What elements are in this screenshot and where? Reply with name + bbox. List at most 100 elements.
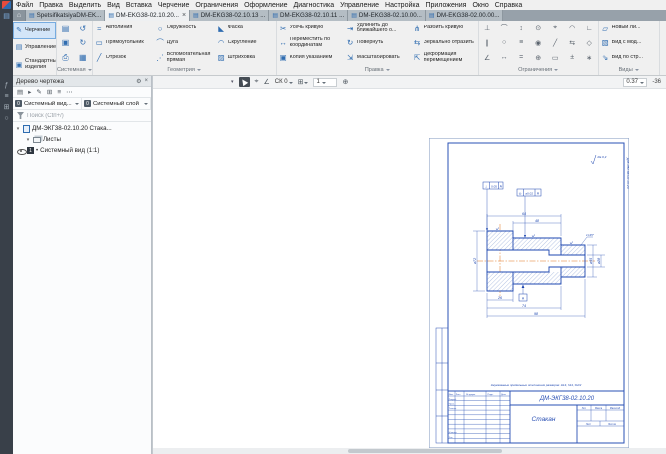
geometry-tool-1[interactable]: ▭Прямоугольник — [93, 36, 154, 51]
view-tool-0[interactable]: ▱Новый ли... — [599, 21, 659, 36]
constraint-icon-18[interactable]: ∟ — [581, 21, 598, 36]
panel-tab-2[interactable]: ▣Стандартные изделия — [13, 57, 56, 74]
group-caption-views[interactable]: Виды — [599, 65, 659, 75]
menu-item-6[interactable]: Ограничения — [192, 2, 241, 9]
group-caption-edit[interactable]: Правка — [277, 65, 478, 75]
menu-item-0[interactable]: Файл — [13, 2, 36, 9]
angle-snap-icon[interactable]: ∠ — [263, 78, 269, 86]
tree-item-2[interactable]: 1•Системный вид (1:1) — [13, 145, 151, 156]
constraint-icon-16[interactable]: ⇆ — [564, 36, 581, 51]
drawing-sheet[interactable]: ДМ-ЭКГ38-02.10.20 — [429, 138, 629, 448]
print-button[interactable]: ⎙ — [57, 50, 74, 65]
constraint-icon-13[interactable]: ╱ — [547, 36, 564, 51]
clipboard-button[interactable]: ▦ — [74, 50, 91, 65]
tab-1[interactable]: ▤DM-EKG38-02.10.20...× — [105, 10, 190, 21]
constraint-icon-0[interactable]: ⊥ — [479, 21, 496, 36]
edit-tool-5[interactable]: ⇲Масштабировать — [344, 50, 411, 65]
edit-tool-6[interactable]: ⋔Разбить кривую — [411, 21, 478, 36]
panel-tab-1[interactable]: ▤Управление — [13, 39, 56, 56]
menu-item-5[interactable]: Черчение — [155, 2, 193, 9]
sheet-icon[interactable]: ▤ — [3, 13, 10, 21]
close-icon[interactable]: × — [182, 12, 186, 19]
snap-icon[interactable]: ⌖ — [255, 78, 259, 86]
edit-tool-7[interactable]: ⇆Зеркально отразить — [411, 36, 478, 51]
constraint-icon-5[interactable]: ↔ — [496, 50, 513, 65]
save-button[interactable]: ▣ — [57, 36, 74, 51]
edit-tool-3[interactable]: ⇥Удлинить до ближайшего о... — [344, 21, 411, 36]
eye-icon[interactable] — [16, 147, 25, 155]
geometry-tool-3[interactable]: ○Окружность — [154, 21, 215, 36]
menu-item-8[interactable]: Диагностика — [291, 2, 338, 9]
edit-tool-8[interactable]: ⇱Деформация перемещением — [411, 50, 478, 65]
current-view-combo[interactable]: 0 Системный вид... — [13, 98, 82, 109]
edit-icon[interactable]: ✎ — [36, 88, 41, 96]
constraint-icon-1[interactable]: ∥ — [479, 36, 496, 51]
view-tool-1[interactable]: ▧Вид с мод... — [599, 36, 659, 51]
pointer-tool-button[interactable] — [239, 77, 250, 87]
constraint-icon-14[interactable]: ▭ — [547, 50, 564, 65]
drawing-canvas[interactable]: ▾ ⌖ ∠ СК 0 ⊞ 1 ⊕ 0.37 -36 — [152, 76, 666, 454]
chevron-down-icon[interactable]: ▾ — [25, 137, 31, 143]
geometry-tool-8[interactable]: ▨Штриховка — [215, 50, 276, 65]
menu-item-4[interactable]: Вставка — [123, 2, 155, 9]
constraint-icon-20[interactable]: ∗ — [581, 50, 598, 65]
history-icon[interactable]: ○ — [4, 115, 8, 123]
constraint-icon-12[interactable]: ⌖ — [547, 21, 564, 36]
menu-item-9[interactable]: Управление — [337, 2, 382, 9]
edit-tool-2[interactable]: ▣Копия указанием — [277, 50, 344, 65]
gear-icon[interactable]: ⚙ — [136, 78, 141, 85]
geometry-tool-4[interactable]: ⌒Дуга — [154, 36, 215, 51]
more-icon[interactable]: ⋯ — [66, 88, 73, 96]
constraint-icon-8[interactable]: = — [513, 50, 530, 65]
tab-3[interactable]: ▤DM-EKG38-02.10.11 ... — [269, 10, 348, 21]
horizontal-scrollbar[interactable] — [153, 448, 666, 454]
undo-button[interactable]: ↺ — [74, 21, 91, 36]
grid-icon[interactable]: ⊞ — [4, 104, 10, 112]
chevron-down-icon[interactable]: ▾ — [231, 79, 234, 85]
constraint-icon-9[interactable]: ⊙ — [530, 21, 547, 36]
panel-tab-0[interactable]: ✎Черчение — [13, 22, 56, 39]
geometry-tool-7[interactable]: ◠Скругление — [215, 36, 276, 51]
grid-toggle-button[interactable]: ⊞ — [298, 78, 309, 86]
view-tool-2[interactable]: ⇘Вид по стр... — [599, 50, 659, 65]
tab-4[interactable]: ▤DM-EKG38-02.10.00... — [348, 10, 426, 21]
scale-combo[interactable]: 1 — [313, 78, 337, 87]
fx-icon[interactable]: ƒ — [5, 82, 9, 90]
menu-item-2[interactable]: Выделить — [66, 2, 104, 9]
menu-item-12[interactable]: Окно — [469, 2, 491, 9]
home-tab-button[interactable]: ⌂ — [13, 10, 26, 21]
constraint-icon-4[interactable]: ○ — [496, 36, 513, 51]
geometry-tool-2[interactable]: ╱Отрезок — [93, 50, 154, 65]
constraint-icon-15[interactable]: ◠ — [564, 21, 581, 36]
scrollbar-thumb[interactable] — [348, 449, 502, 453]
edit-tool-0[interactable]: ✂Усечь кривую — [277, 21, 344, 36]
geometry-tool-5[interactable]: ⋰Вспомогательная прямая — [154, 50, 215, 65]
constraint-icon-17[interactable]: ± — [564, 50, 581, 65]
coordinate-system-button[interactable]: СК 0 — [275, 79, 293, 86]
constraint-icon-6[interactable]: ↕ — [513, 21, 530, 36]
redo-button[interactable]: ↻ — [74, 36, 91, 51]
structure-icon[interactable]: ▤ — [17, 88, 23, 96]
constraint-icon-19[interactable]: ◇ — [581, 36, 598, 51]
geometry-tool-0[interactable]: ≈Автолиния — [93, 21, 154, 36]
grid-icon[interactable]: ⊞ — [47, 88, 52, 96]
chevron-down-icon[interactable]: ▾ — [15, 126, 21, 132]
expand-icon[interactable]: ▸ — [28, 88, 31, 96]
edit-tool-1[interactable]: ↔Переместить по координатам — [277, 36, 344, 51]
menu-item-10[interactable]: Настройка — [382, 2, 422, 9]
tab-2[interactable]: ▤DM-EKG38-02.10.13 ... — [190, 10, 269, 21]
constraint-icon-3[interactable]: ⌒ — [496, 21, 513, 36]
menu-item-7[interactable]: Оформление — [241, 2, 290, 9]
close-icon[interactable]: × — [144, 78, 148, 85]
menu-item-13[interactable]: Справка — [492, 2, 525, 9]
zoom-icon[interactable]: ⊕ — [342, 78, 348, 86]
menu-item-3[interactable]: Вид — [104, 2, 123, 9]
tab-0[interactable]: ▤SpetsifikatsiyaDM-EK... — [26, 10, 105, 21]
open-button[interactable]: ▤ — [57, 21, 74, 36]
constraint-icon-7[interactable]: ≡ — [513, 36, 530, 51]
group-caption-system[interactable]: Системная — [57, 65, 92, 75]
group-caption-constraints[interactable]: Ограничения — [479, 65, 598, 75]
constraint-icon-2[interactable]: ∠ — [479, 50, 496, 65]
zoom-factor-combo[interactable]: 0.37 — [623, 78, 647, 87]
list-icon[interactable]: ≡ — [57, 89, 61, 96]
